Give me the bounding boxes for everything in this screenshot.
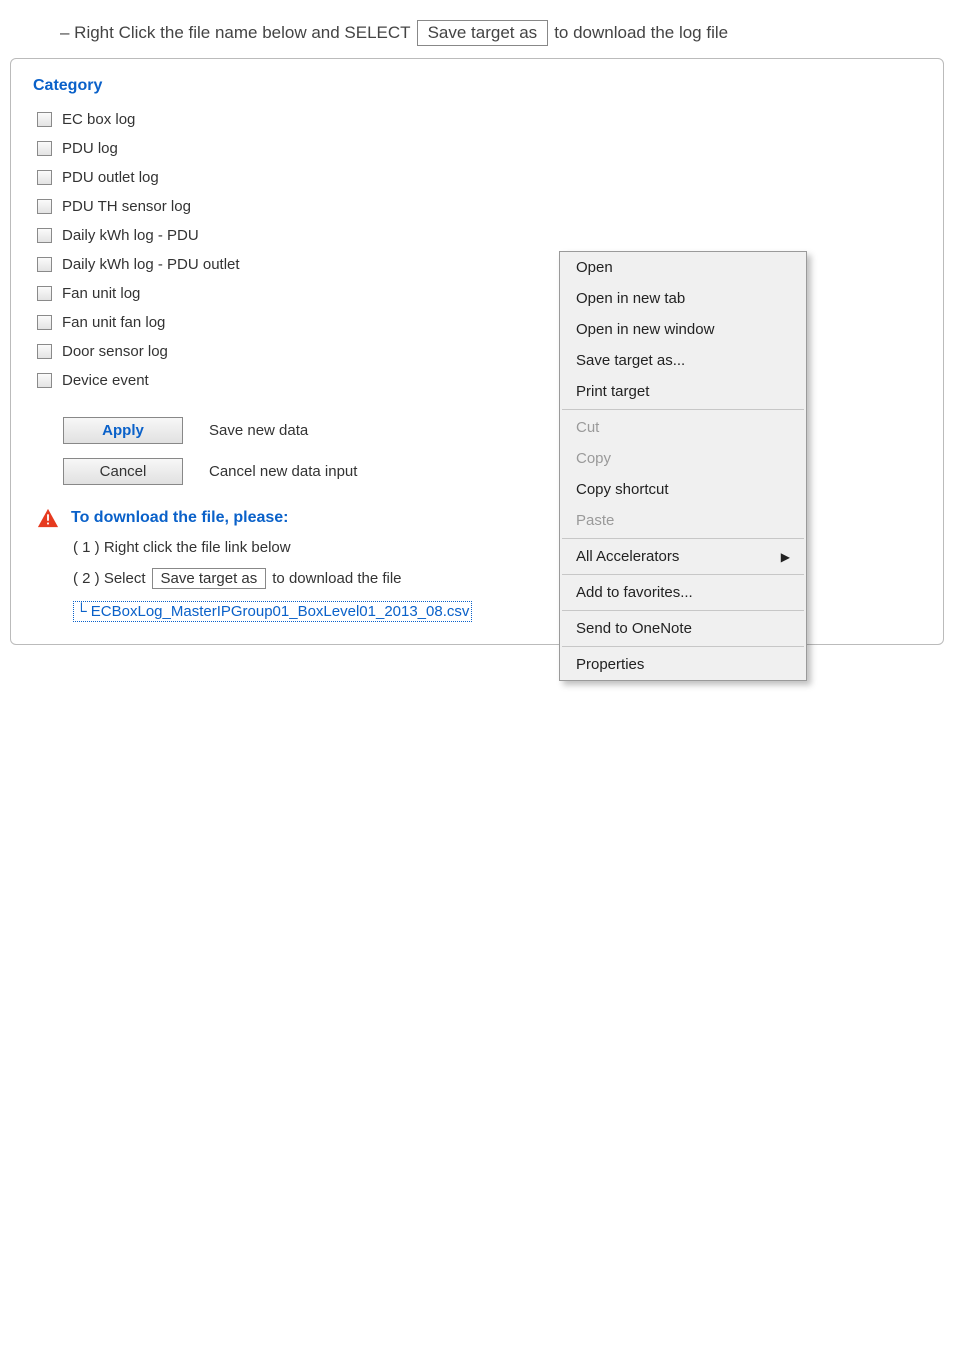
cm-label: Open in new tab bbox=[576, 290, 685, 307]
cm-label: Open bbox=[576, 259, 613, 276]
checkbox-icon[interactable] bbox=[37, 199, 52, 214]
file-link[interactable]: ECBoxLog_MasterIPGroup01_BoxLevel01_2013… bbox=[73, 601, 472, 622]
download-heading: To download the file, please: bbox=[71, 509, 289, 527]
step2-box: Save target as bbox=[152, 568, 267, 589]
category-label: Door sensor log bbox=[62, 343, 168, 360]
category-row[interactable]: PDU TH sensor log bbox=[33, 192, 921, 221]
context-menu-copy-shortcut[interactable]: Copy shortcut bbox=[560, 474, 806, 505]
category-label: PDU TH sensor log bbox=[62, 198, 191, 215]
category-row[interactable]: EC box log bbox=[33, 105, 921, 134]
context-menu-all-accelerators[interactable]: All Accelerators ▶ bbox=[560, 541, 806, 572]
cm-label: Copy shortcut bbox=[576, 481, 669, 498]
instruction-prefix: – Right Click the file name below and SE… bbox=[60, 23, 411, 43]
cancel-button[interactable]: Cancel bbox=[63, 458, 183, 485]
checkbox-icon[interactable] bbox=[37, 315, 52, 330]
context-menu-open-new-window[interactable]: Open in new window bbox=[560, 314, 806, 345]
category-label: Fan unit fan log bbox=[62, 314, 165, 331]
cm-label: All Accelerators bbox=[576, 548, 679, 565]
instruction-suffix: to download the log file bbox=[554, 23, 728, 43]
context-menu-save-target-as[interactable]: Save target as... bbox=[560, 345, 806, 376]
context-menu: Open Open in new tab Open in new window … bbox=[559, 251, 807, 681]
context-menu-cut: Cut bbox=[560, 412, 806, 443]
apply-button[interactable]: Apply bbox=[63, 417, 183, 444]
cm-label: Properties bbox=[576, 656, 644, 673]
checkbox-icon[interactable] bbox=[37, 344, 52, 359]
cm-label: Send to OneNote bbox=[576, 620, 692, 637]
instruction-boxed: Save target as bbox=[417, 20, 549, 46]
cm-label: Save target as... bbox=[576, 352, 685, 369]
context-menu-separator bbox=[562, 538, 804, 539]
context-menu-copy: Copy bbox=[560, 443, 806, 474]
category-label: Fan unit log bbox=[62, 285, 140, 302]
top-instruction: – Right Click the file name below and SE… bbox=[0, 0, 954, 58]
category-heading: Category bbox=[33, 77, 921, 95]
category-row[interactable]: PDU log bbox=[33, 134, 921, 163]
checkbox-icon[interactable] bbox=[37, 170, 52, 185]
context-menu-open-new-tab[interactable]: Open in new tab bbox=[560, 283, 806, 314]
context-menu-separator bbox=[562, 610, 804, 611]
category-row[interactable]: PDU outlet log bbox=[33, 163, 921, 192]
cancel-description: Cancel new data input bbox=[209, 463, 357, 480]
category-label: Daily kWh log - PDU bbox=[62, 227, 199, 244]
category-label: Device event bbox=[62, 372, 149, 389]
context-menu-separator bbox=[562, 409, 804, 410]
context-menu-separator bbox=[562, 574, 804, 575]
step2-prefix: ( 2 ) Select bbox=[73, 570, 146, 587]
context-menu-send-to-onenote[interactable]: Send to OneNote bbox=[560, 613, 806, 644]
context-menu-paste: Paste bbox=[560, 505, 806, 536]
cm-label: Open in new window bbox=[576, 321, 714, 338]
cm-label: Print target bbox=[576, 383, 649, 400]
apply-description: Save new data bbox=[209, 422, 308, 439]
main-panel: Category EC box log PDU log PDU outlet l… bbox=[10, 58, 944, 645]
checkbox-icon[interactable] bbox=[37, 228, 52, 243]
cm-label: Add to favorites... bbox=[576, 584, 693, 601]
step1-text: ( 1 ) Right click the file link below bbox=[73, 539, 291, 556]
context-menu-add-to-favorites[interactable]: Add to favorites... bbox=[560, 577, 806, 608]
cm-label: Cut bbox=[576, 419, 599, 436]
context-menu-properties[interactable]: Properties bbox=[560, 649, 806, 680]
context-menu-separator bbox=[562, 646, 804, 647]
category-label: Daily kWh log - PDU outlet bbox=[62, 256, 240, 273]
submenu-arrow-icon: ▶ bbox=[781, 550, 790, 564]
category-label: PDU log bbox=[62, 140, 118, 157]
checkbox-icon[interactable] bbox=[37, 141, 52, 156]
category-label: PDU outlet log bbox=[62, 169, 159, 186]
context-menu-print-target[interactable]: Print target bbox=[560, 376, 806, 407]
step2-suffix: to download the file bbox=[272, 570, 401, 587]
cm-label: Paste bbox=[576, 512, 614, 529]
checkbox-icon[interactable] bbox=[37, 112, 52, 127]
checkbox-icon[interactable] bbox=[37, 286, 52, 301]
category-label: EC box log bbox=[62, 111, 135, 128]
checkbox-icon[interactable] bbox=[37, 257, 52, 272]
warning-icon bbox=[37, 507, 59, 529]
cm-label: Copy bbox=[576, 450, 611, 467]
category-row[interactable]: Daily kWh log - PDU bbox=[33, 221, 921, 250]
checkbox-icon[interactable] bbox=[37, 373, 52, 388]
context-menu-open[interactable]: Open bbox=[560, 252, 806, 283]
